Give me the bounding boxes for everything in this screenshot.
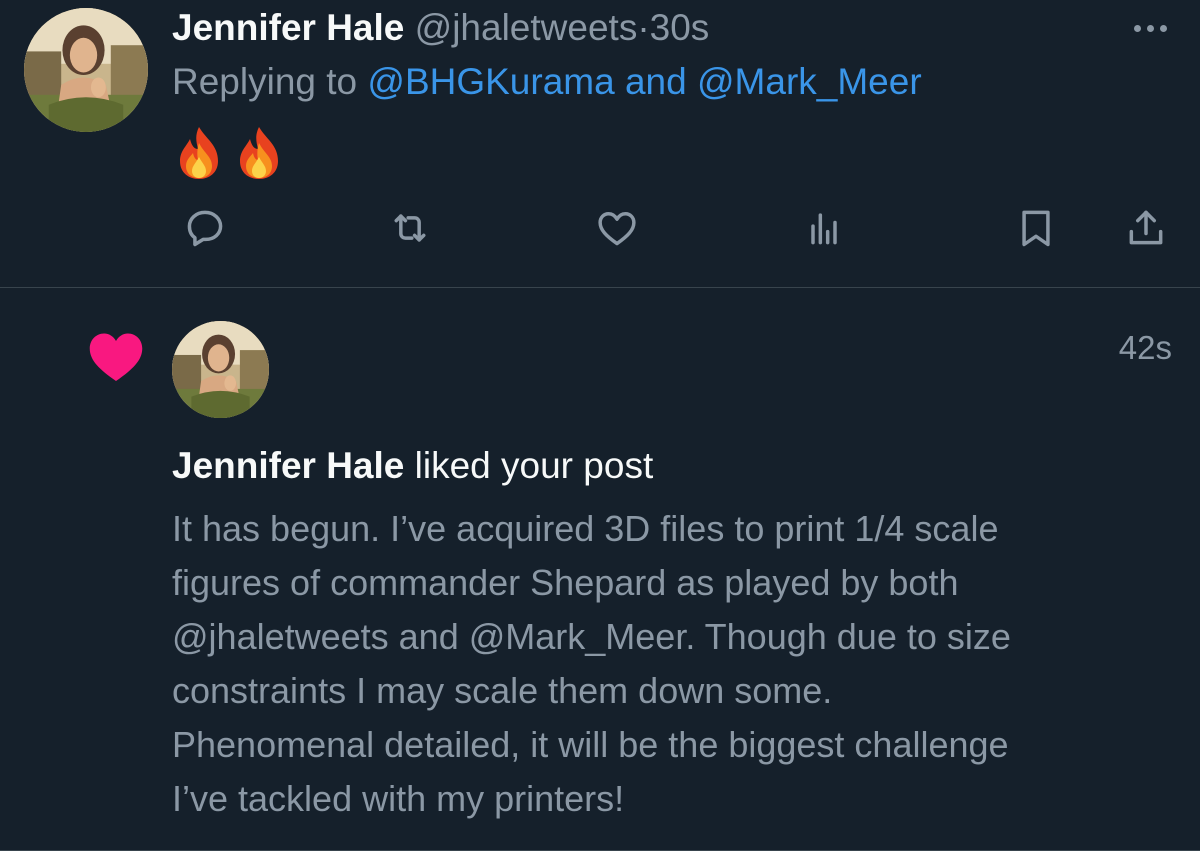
notification-timestamp: 42s [1118, 329, 1172, 366]
tweet-header: Jennifer Hale @jhaletweets·30s [172, 6, 709, 50]
liker-avatar[interactable] [172, 321, 269, 418]
post-line: It has begun. I’ve acquired 3D files to … [172, 508, 999, 549]
post-line: I’ve tackled with my printers! [172, 778, 625, 819]
separator-dot: · [637, 7, 650, 48]
heart-filled-icon [89, 333, 143, 381]
like-button[interactable] [589, 200, 645, 256]
reply-icon [187, 210, 223, 247]
more-horizontal-icon [1133, 24, 1141, 32]
bookmark-button[interactable] [1008, 200, 1064, 256]
retweet-icon [394, 214, 426, 242]
views-button[interactable] [796, 200, 852, 256]
share-button[interactable] [1118, 200, 1174, 256]
more-dot [1146, 24, 1154, 32]
notification-action-text: liked your post [414, 445, 654, 486]
analytics-icon [811, 213, 837, 245]
share-icon [1129, 210, 1163, 245]
liked-post-text[interactable]: It has begun. I’ve acquired 3D files to … [172, 502, 1172, 826]
mention-bhgkurama-link[interactable]: @BHGKurama [367, 61, 614, 102]
tweet-action-bar [0, 200, 1200, 256]
more-options-button[interactable] [1128, 18, 1172, 38]
mention-mark-meer-link[interactable]: @Mark_Meer [697, 61, 922, 102]
author-handle[interactable]: @jhaletweets [415, 7, 638, 48]
author-avatar[interactable] [24, 8, 148, 132]
replying-prefix: Replying to [172, 61, 358, 102]
like-notification[interactable]: 42s Jennifer Hale liked your post It has… [0, 288, 1200, 851]
notification-summary: Jennifer Hale liked your post [172, 444, 653, 488]
retweet-button[interactable] [382, 200, 438, 256]
fire-emoji-icon [180, 127, 218, 179]
profile-photo-icon [24, 8, 148, 132]
fire-emoji-icon [240, 127, 278, 179]
tweet-timestamp[interactable]: 30s [650, 7, 710, 48]
profile-photo-icon [172, 321, 269, 418]
tweet-content [176, 125, 282, 181]
reply-tweet[interactable]: Jennifer Hale @jhaletweets·30s Replying … [0, 0, 1200, 288]
notification-type-badge [86, 328, 146, 384]
post-line: Phenomenal detailed, it will be the bigg… [172, 724, 1009, 765]
post-line: @jhaletweets and @Mark_Meer. Though due … [172, 616, 1011, 657]
more-dot [1159, 24, 1167, 32]
post-line: constraints I may scale them down some. [172, 670, 833, 711]
author-name[interactable]: Jennifer Hale [172, 7, 404, 48]
bookmark-icon [1022, 210, 1050, 247]
post-line: figures of commander Shepard as played b… [172, 562, 959, 603]
reply-button[interactable] [177, 200, 233, 256]
notifications-screen: Jennifer Hale @jhaletweets·30s Replying … [0, 0, 1200, 851]
heart-outline-icon [598, 211, 636, 246]
actor-name[interactable]: Jennifer Hale [172, 445, 404, 486]
replying-to-line: Replying to @BHGKurama and @Mark_Meer [172, 60, 922, 104]
replying-conjunction: and [624, 61, 687, 102]
